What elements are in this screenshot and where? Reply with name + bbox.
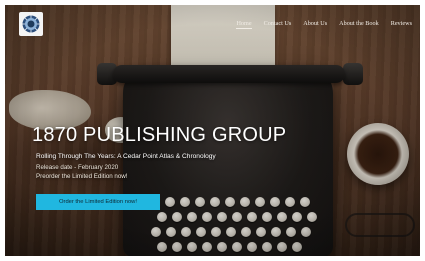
nav-contact-us[interactable]: Contact Us (264, 20, 292, 29)
page-title: 1870 PUBLISHING GROUP (32, 124, 287, 146)
release-date-text: Release date - February 2020 (36, 164, 119, 171)
nav-about-us[interactable]: About Us (303, 20, 327, 29)
site-logo[interactable] (19, 12, 43, 36)
nav-home[interactable]: Home (236, 20, 252, 29)
main-nav: Home Contact Us About Us About the Book … (236, 20, 412, 29)
seal-logo-icon (22, 15, 40, 33)
nav-reviews[interactable]: Reviews (391, 20, 412, 29)
book-title: Rolling Through The Years: A Cedar Point… (36, 153, 216, 160)
hero-section: Home Contact Us About Us About the Book … (5, 5, 420, 256)
preorder-text: Preorder the Limited Edition now! (36, 173, 128, 180)
nav-about-the-book[interactable]: About the Book (339, 20, 379, 29)
order-limited-edition-button[interactable]: Order the Limited Edition now! (36, 194, 160, 210)
